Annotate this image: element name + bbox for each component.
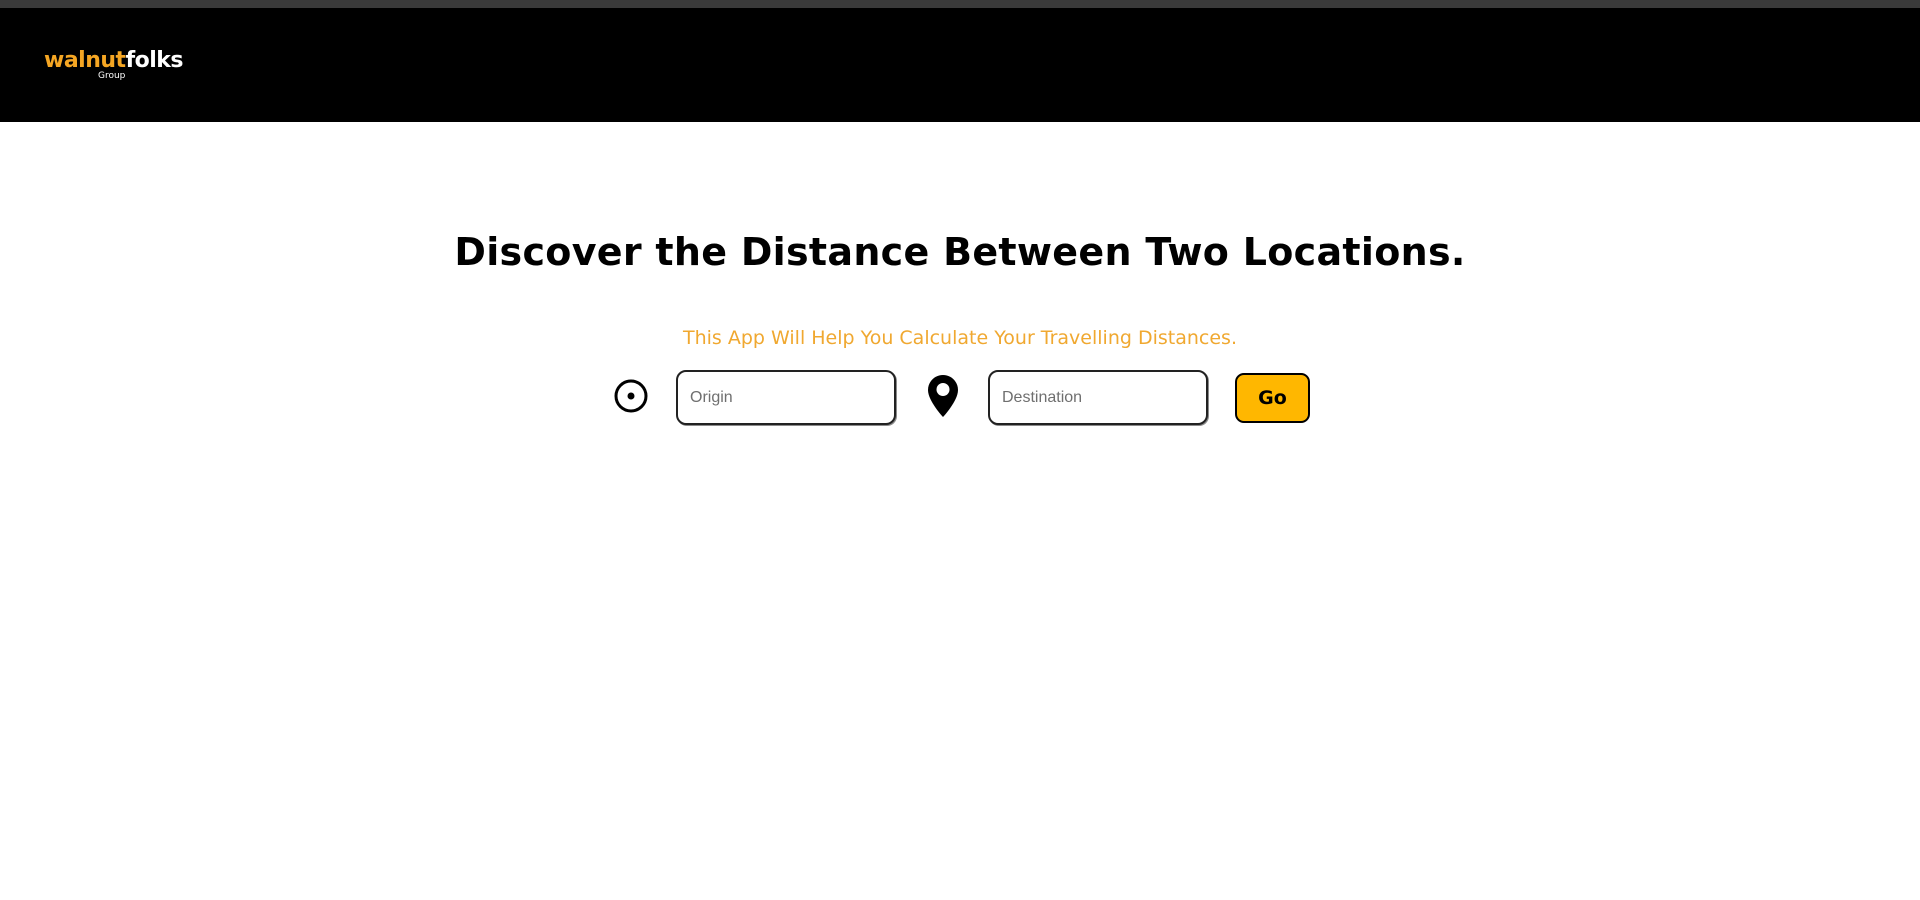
distance-form: Go [610,370,1310,428]
destination-input[interactable] [988,370,1208,425]
page-title: Discover the Distance Between Two Locati… [454,230,1466,274]
target-circle-icon [614,379,648,413]
logo-subtext: Group [98,71,126,81]
browser-top-strip [0,0,1920,8]
go-button[interactable]: Go [1235,373,1310,423]
page-subtitle: This App Will Help You Calculate Your Tr… [683,327,1237,349]
logo[interactable]: walnutfolks Group [44,48,184,88]
site-header: walnutfolks Group [0,8,1920,122]
map-pin-icon [928,375,958,417]
logo-text-walnut: walnut [44,48,126,73]
logo-text-folks: folks [125,48,184,73]
origin-input[interactable] [676,370,896,425]
